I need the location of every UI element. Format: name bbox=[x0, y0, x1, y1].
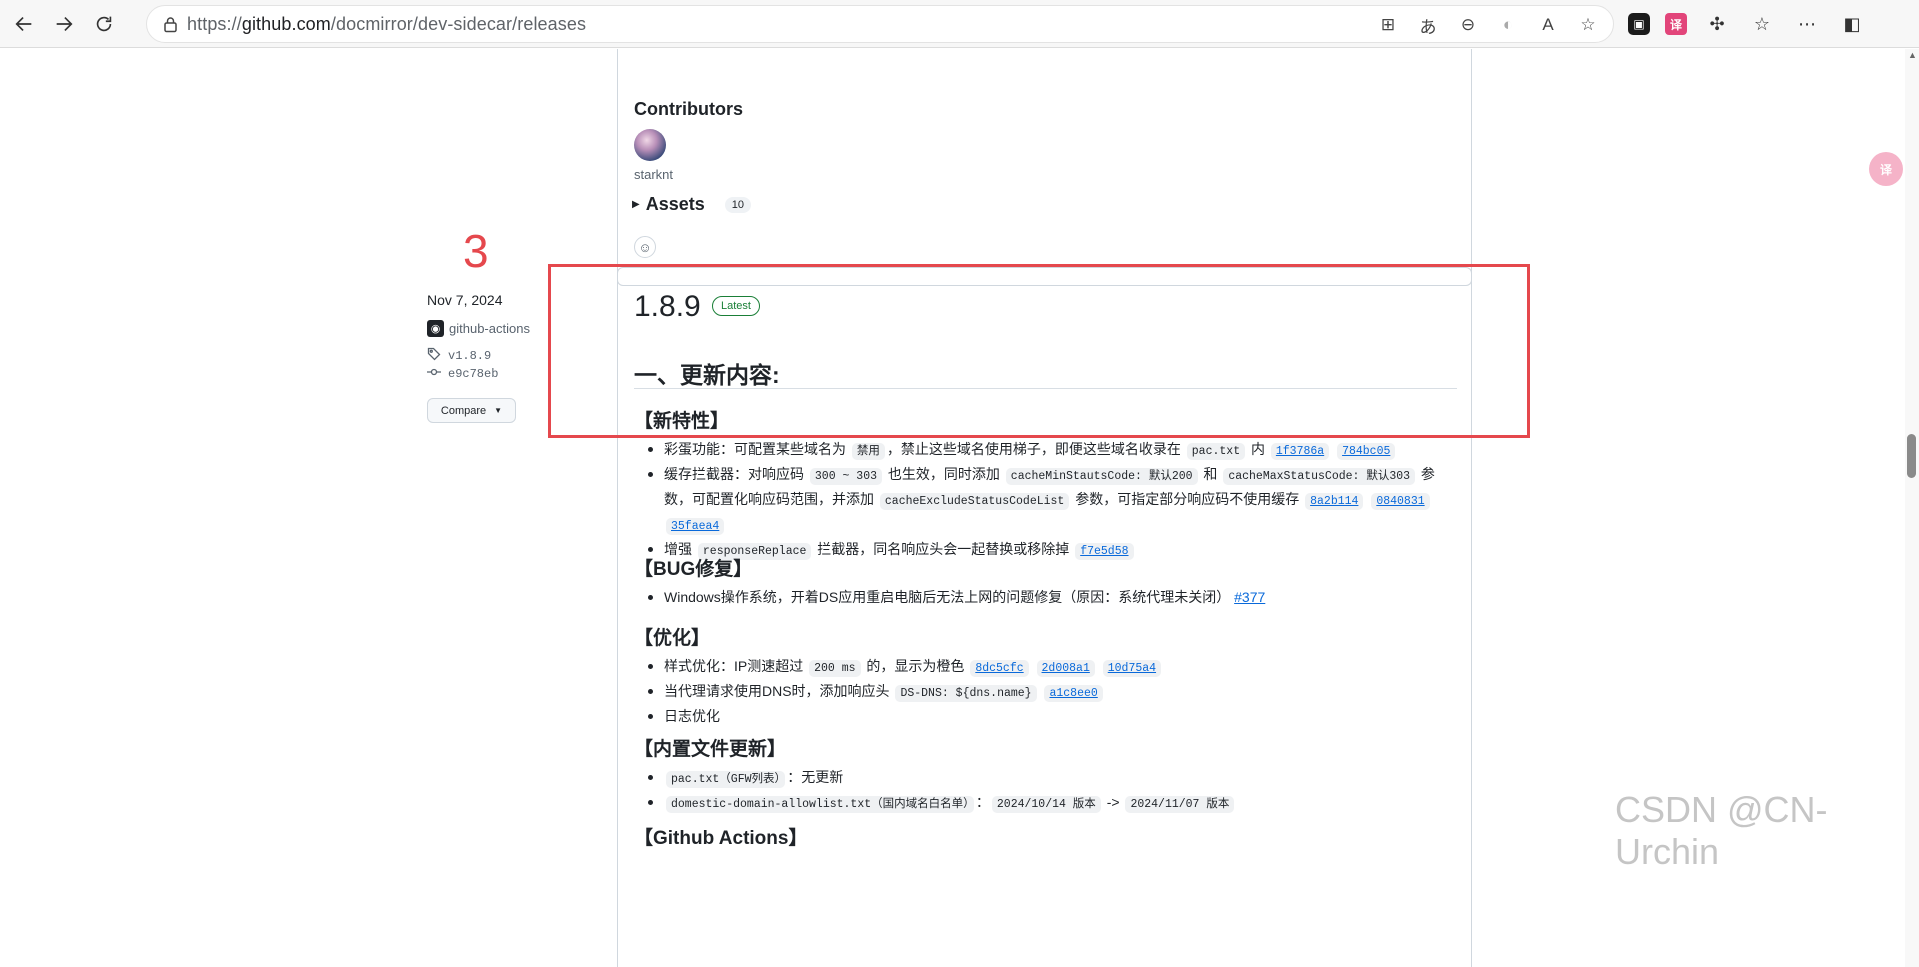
release-commit[interactable]: e9c78eb bbox=[427, 367, 498, 381]
commit-link[interactable]: f7e5d58 bbox=[1075, 543, 1134, 560]
watermark: CSDN @CN-Urchin bbox=[1615, 789, 1828, 872]
bugfix-heading: 【BUG修复】 bbox=[634, 559, 753, 580]
commit-link[interactable]: 8dc5cfc bbox=[970, 660, 1029, 677]
commit-link[interactable]: 2d008a1 bbox=[1036, 660, 1095, 677]
github-logo-icon: ◉ bbox=[427, 320, 444, 337]
commit-link[interactable]: 0840831 bbox=[1371, 493, 1430, 510]
optimize-list: 样式优化：IP测速超过 200 ms 的，显示为橙色 8dc5cfc 2d008… bbox=[648, 655, 1448, 728]
optimize-heading: 【优化】 bbox=[634, 628, 711, 649]
sidebar-toggle-icon[interactable]: ◧ bbox=[1837, 9, 1867, 39]
list-item: 样式优化：IP测速超过 200 ms 的，显示为橙色 8dc5cfc 2d008… bbox=[648, 655, 1448, 680]
list-item: 彩蛋功能：可配置某些域名为 禁用 ，禁止这些域名使用梯子，即便这些域名收录在 pa… bbox=[648, 438, 1448, 463]
author-name: github-actions bbox=[449, 321, 530, 336]
forward-icon[interactable] bbox=[44, 4, 84, 44]
assets-label: Assets bbox=[645, 194, 705, 214]
browser-toolbar: https://github.com/docmirror/dev-sidecar… bbox=[0, 0, 1919, 48]
tag-label: v1.8.9 bbox=[448, 349, 492, 363]
builtin-list: pac.txt（GFW列表） ：无更新 domestic-domain-allow… bbox=[648, 766, 1448, 816]
previous-release-card: Contributors starknt ▶ Assets 10 ☺ bbox=[617, 49, 1472, 286]
builtin-heading: 【内置文件更新】 bbox=[634, 739, 787, 760]
commit-sha: e9c78eb bbox=[448, 367, 499, 381]
compare-label: Compare bbox=[440, 404, 487, 417]
list-item: Windows操作系统，开着DS应用重启电脑后无法上网的问题修复（原因：系统代理… bbox=[648, 586, 1448, 609]
list-item: 增强 responseReplace 拦截器，同名响应头会一起替换或移除掉 f7… bbox=[648, 538, 1448, 563]
assets-toggle[interactable]: ▶ Assets 10 bbox=[632, 194, 751, 215]
url-text: https://github.com/docmirror/dev-sidecar… bbox=[187, 13, 587, 34]
actions-heading: 【Github Actions】 bbox=[634, 828, 808, 849]
address-bar[interactable]: https://github.com/docmirror/dev-sidecar… bbox=[146, 5, 1614, 43]
bugfix-list: Windows操作系统，开着DS应用重启电脑后无法上网的问题修复（原因：系统代理… bbox=[648, 586, 1448, 609]
back-icon[interactable] bbox=[4, 4, 44, 44]
lock-icon[interactable] bbox=[153, 16, 187, 33]
assets-count-badge: 10 bbox=[724, 196, 751, 213]
issue-link[interactable]: #377 bbox=[1234, 589, 1265, 605]
avatar[interactable] bbox=[634, 129, 666, 161]
read-aloud-icon[interactable]: A bbox=[1535, 12, 1561, 38]
extension-dark-icon[interactable]: ▣ bbox=[1628, 13, 1650, 35]
features-list: 彩蛋功能：可配置某些域名为 禁用 ，禁止这些域名使用梯子，即便这些域名收录在 pa… bbox=[648, 438, 1448, 563]
contributor-name[interactable]: starknt bbox=[634, 167, 673, 182]
commit-link[interactable]: 35faea4 bbox=[666, 518, 725, 535]
commit-link[interactable]: 8a2b114 bbox=[1305, 493, 1364, 510]
favorites-list-icon[interactable]: ☆ bbox=[1747, 9, 1777, 39]
list-item: 缓存拦截器：对响应码 300 ~ 303 也生效，同时添加 cacheMinSt… bbox=[648, 463, 1448, 538]
list-item: pac.txt（GFW列表） ：无更新 bbox=[648, 766, 1448, 791]
refresh-icon[interactable] bbox=[84, 4, 124, 44]
caret-right-icon: ▶ bbox=[632, 199, 640, 210]
favorite-star-icon[interactable]: ☆ bbox=[1575, 12, 1601, 38]
page-content: Contributors starknt ▶ Assets 10 ☺ 3 Nov… bbox=[0, 49, 1919, 967]
caret-down-icon: ▼ bbox=[494, 406, 503, 415]
commit-link[interactable]: a1c8ee0 bbox=[1044, 685, 1103, 702]
scroll-up-icon[interactable]: ▲ bbox=[1908, 51, 1917, 60]
zoom-out-icon[interactable]: ⊖ bbox=[1455, 12, 1481, 38]
annotation-number: 3 bbox=[463, 225, 489, 277]
translate-icon[interactable]: あ bbox=[1415, 12, 1441, 38]
contributors-title: Contributors bbox=[634, 99, 743, 119]
release-tag[interactable]: v1.8.9 bbox=[427, 347, 491, 365]
commit-icon bbox=[427, 367, 441, 381]
release-author[interactable]: ◉ github-actions bbox=[427, 320, 530, 337]
commit-link[interactable]: 1f3786a bbox=[1270, 443, 1330, 460]
release-date: Nov 7, 2024 bbox=[427, 292, 503, 308]
app-grid-icon[interactable]: ⊞ bbox=[1375, 12, 1401, 38]
translate-extension-icon[interactable]: 译 bbox=[1665, 13, 1687, 35]
commit-link[interactable]: 10d75a4 bbox=[1102, 660, 1162, 677]
annotation-highlight-box bbox=[548, 264, 1530, 438]
compare-button[interactable]: Compare ▼ bbox=[427, 398, 516, 423]
floating-translate-icon[interactable]: 译 bbox=[1869, 152, 1903, 186]
add-reaction-icon[interactable]: ☺ bbox=[634, 236, 656, 258]
tag-icon bbox=[427, 347, 441, 365]
scrollbar-thumb[interactable] bbox=[1907, 434, 1916, 478]
list-item: 日志优化 bbox=[648, 705, 1448, 728]
more-menu-icon[interactable]: ⋯ bbox=[1792, 9, 1822, 39]
sync-icon[interactable]: ◐ bbox=[1495, 12, 1521, 38]
list-item: 当代理请求使用DNS时，添加响应头 DS-DNS: ${dns.name} a1… bbox=[648, 680, 1448, 705]
commit-link[interactable]: 784bc05 bbox=[1337, 443, 1396, 460]
extensions-puzzle-icon[interactable]: ✣ bbox=[1702, 9, 1732, 39]
list-item: domestic-domain-allowlist.txt（国内域名白名单）： 2… bbox=[648, 791, 1448, 816]
